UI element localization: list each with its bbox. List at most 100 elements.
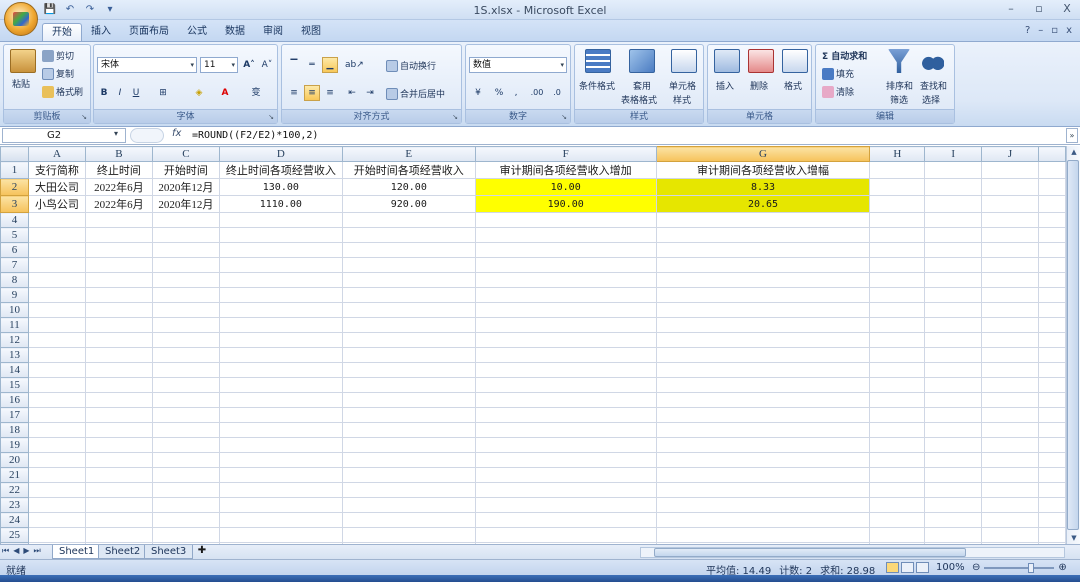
- paste-icon[interactable]: [10, 49, 36, 73]
- cell[interactable]: [151, 452, 220, 468]
- scroll-down-icon[interactable]: ▼: [1067, 532, 1080, 544]
- cell[interactable]: [474, 482, 657, 498]
- fill-color-button[interactable]: ◈: [190, 85, 208, 101]
- cell[interactable]: [151, 512, 220, 528]
- cell[interactable]: [218, 467, 343, 483]
- zoom-level[interactable]: 100%: [936, 562, 965, 573]
- cell[interactable]: [924, 227, 983, 243]
- cell[interactable]: [218, 437, 343, 453]
- column-header[interactable]: A: [27, 146, 86, 162]
- cell[interactable]: [474, 437, 657, 453]
- cell[interactable]: [218, 362, 343, 378]
- table-format-button[interactable]: 表格格式: [621, 93, 657, 106]
- cell[interactable]: [474, 512, 657, 528]
- tab-5[interactable]: 审阅: [254, 23, 292, 42]
- column-header[interactable]: [1037, 146, 1066, 162]
- cell[interactable]: [84, 347, 153, 363]
- cell[interactable]: [218, 527, 343, 543]
- align-middle-icon[interactable]: ═: [304, 57, 320, 73]
- cell[interactable]: [1037, 377, 1066, 393]
- cell[interactable]: [1037, 161, 1066, 179]
- cell[interactable]: [84, 392, 153, 408]
- row-header[interactable]: 17: [0, 407, 29, 423]
- cell[interactable]: [27, 347, 86, 363]
- grow-font-button[interactable]: A˄: [241, 57, 257, 73]
- cell[interactable]: [474, 347, 657, 363]
- cell[interactable]: [1037, 497, 1066, 513]
- cell[interactable]: [981, 161, 1039, 179]
- cell[interactable]: [27, 512, 86, 528]
- cell[interactable]: [474, 242, 657, 258]
- font-name-select[interactable]: 宋体 ▾: [97, 57, 197, 73]
- row-header[interactable]: 8: [0, 272, 29, 288]
- cell[interactable]: [924, 332, 983, 348]
- page-break-view-icon[interactable]: [916, 562, 929, 573]
- cell[interactable]: [151, 272, 220, 288]
- formula-input[interactable]: =ROUND((F2/E2)*100,2): [192, 128, 318, 143]
- sheet-nav-icon[interactable]: ⏮: [2, 546, 9, 556]
- cell[interactable]: [341, 242, 476, 258]
- column-header[interactable]: G: [655, 146, 871, 162]
- cell[interactable]: [27, 362, 86, 378]
- cell[interactable]: [869, 195, 926, 213]
- close-button[interactable]: X: [1060, 2, 1074, 15]
- cell[interactable]: [84, 272, 153, 288]
- cell[interactable]: [474, 422, 657, 438]
- cell[interactable]: [84, 302, 153, 318]
- sort-filter-top[interactable]: 排序和: [886, 79, 913, 92]
- cell[interactable]: [474, 302, 657, 318]
- row-header[interactable]: 9: [0, 287, 29, 303]
- table-format-icon[interactable]: [629, 49, 655, 73]
- cell[interactable]: [27, 242, 86, 258]
- cell[interactable]: [869, 287, 926, 303]
- cell[interactable]: 130.00: [218, 178, 343, 196]
- cell[interactable]: [27, 437, 86, 453]
- orientation-icon[interactable]: ab↗: [344, 57, 364, 73]
- cell[interactable]: [84, 452, 153, 468]
- column-header[interactable]: B: [84, 146, 153, 162]
- cell[interactable]: [655, 332, 871, 348]
- row-header[interactable]: 5: [0, 227, 29, 243]
- insert-function-icon[interactable]: fx: [172, 128, 181, 139]
- percent-button[interactable]: %: [492, 85, 506, 101]
- cell[interactable]: [981, 497, 1039, 513]
- cell[interactable]: [341, 257, 476, 273]
- tab-6[interactable]: 视图: [292, 23, 330, 42]
- row-header[interactable]: 20: [0, 452, 29, 468]
- row-header[interactable]: 3: [0, 195, 29, 213]
- cell[interactable]: [341, 452, 476, 468]
- clear-button[interactable]: 清除: [822, 85, 854, 98]
- cell[interactable]: [151, 407, 220, 423]
- tab-4[interactable]: 数据: [216, 23, 254, 42]
- underline-button[interactable]: U: [129, 85, 143, 101]
- cell[interactable]: [84, 287, 153, 303]
- cell[interactable]: [474, 212, 657, 228]
- name-box[interactable]: G2: [2, 128, 126, 143]
- cell[interactable]: [84, 377, 153, 393]
- cell[interactable]: [655, 482, 871, 498]
- cell[interactable]: [924, 178, 983, 196]
- workbook-close-button[interactable]: x: [1066, 25, 1072, 36]
- cell[interactable]: [27, 212, 86, 228]
- cell[interactable]: [869, 257, 926, 273]
- row-header[interactable]: 10: [0, 302, 29, 318]
- cell[interactable]: [27, 272, 86, 288]
- cell[interactable]: [1037, 332, 1066, 348]
- cell[interactable]: [27, 422, 86, 438]
- cell[interactable]: [218, 317, 343, 333]
- italic-button[interactable]: I: [113, 85, 127, 101]
- cell[interactable]: [474, 332, 657, 348]
- cell[interactable]: [341, 332, 476, 348]
- cell[interactable]: [924, 257, 983, 273]
- column-header[interactable]: H: [869, 146, 926, 162]
- cell[interactable]: [924, 317, 983, 333]
- cell-style-button[interactable]: 样式: [673, 93, 691, 106]
- cell[interactable]: [84, 317, 153, 333]
- cell[interactable]: [924, 195, 983, 213]
- cell[interactable]: [924, 497, 983, 513]
- cell[interactable]: [1037, 257, 1066, 273]
- cell[interactable]: [981, 467, 1039, 483]
- cell[interactable]: [341, 482, 476, 498]
- cell[interactable]: [1037, 272, 1066, 288]
- save-icon[interactable]: 💾: [42, 3, 58, 17]
